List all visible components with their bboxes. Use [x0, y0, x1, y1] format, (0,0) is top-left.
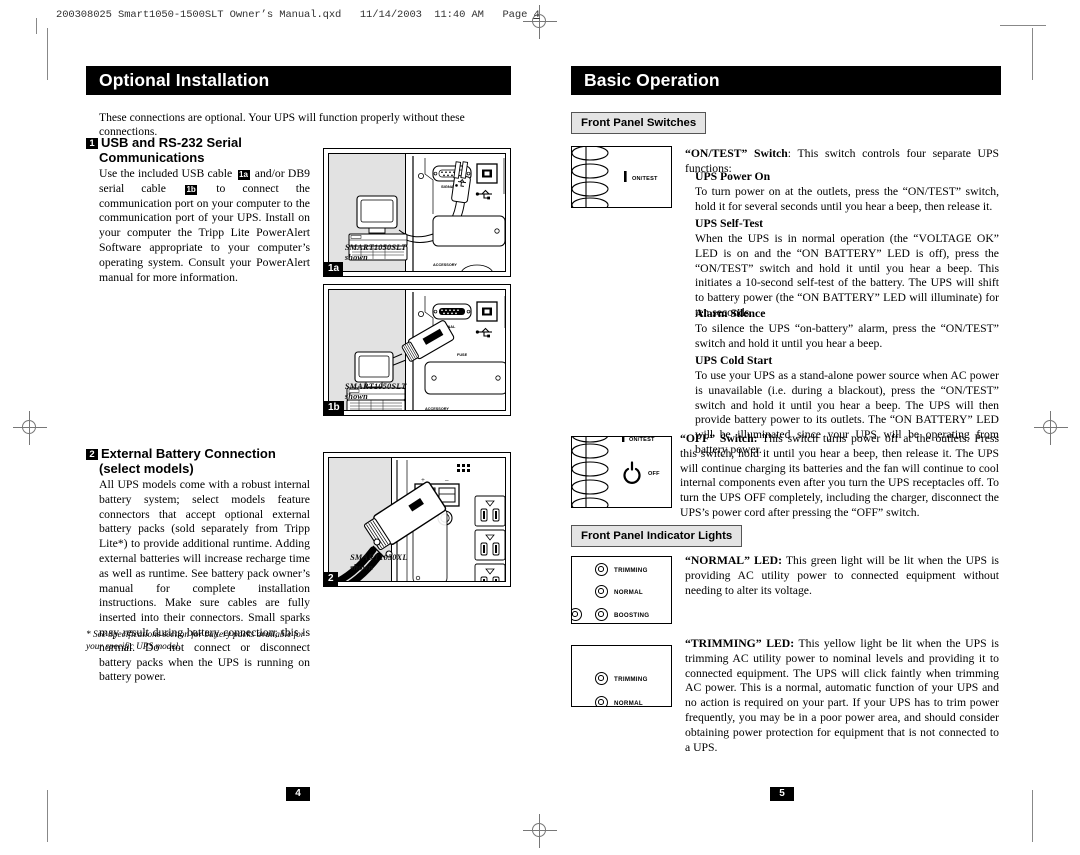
figure-2-inner: + – SMART1050XL shown: [328, 457, 506, 582]
section-1-title-line1: USB and RS-232 Serial: [101, 135, 242, 150]
section-2-body: All UPS models come with a robust intern…: [99, 478, 310, 684]
figure-1b-caption: SMART1050SLT shown: [344, 382, 407, 401]
right-banner-title: Basic Operation: [584, 70, 720, 90]
svg-text:–: –: [444, 476, 449, 484]
ontest-item-1-heading: UPS Self-Test: [695, 217, 764, 230]
figure-1a-inner: SIGNAL ACCESSORY SMART1050SLT shown: [328, 153, 506, 272]
figure-2-tag: 2: [324, 572, 338, 586]
panel-normal-led: TRIMMING NORMAL BOOSTING: [571, 556, 672, 624]
section-2-title-line1: External Battery Connection: [101, 446, 276, 461]
left-page: Optional Installation These connections …: [0, 0, 540, 855]
section-1-body-pre: Use the included USB cable: [99, 167, 236, 180]
led-normal-label: NORMAL: [614, 589, 643, 596]
trimming-led-body: This yellow light be lit when the UPS is…: [685, 637, 999, 754]
led-boosting-ring: [595, 608, 608, 621]
right-page-number: 5: [770, 787, 794, 801]
section-1-body-post: to connect the communication port on you…: [99, 181, 310, 284]
off-switch-lead-bold: “OFF” Switch:: [680, 432, 758, 445]
panel-off-top-label: ON/TEST: [629, 437, 655, 443]
ontest-lead-bold: “ON/TEST” Switch: [685, 147, 788, 160]
ontest-item-2-body: To silence the UPS “on-battery” alarm, p…: [695, 322, 999, 350]
ontest-item-0-heading: UPS Power On: [695, 170, 771, 183]
figure-2-caption: SMART1050XL shown: [350, 553, 408, 572]
ontest-item-2-heading: Alarm Silence: [695, 307, 766, 320]
led-boosting-label: BOOSTING: [614, 612, 650, 619]
label-front-panel-switches: Front Panel Switches: [571, 112, 707, 134]
led-normal-ring: [595, 585, 608, 598]
figure-2: + – SMART1050XL shown 2: [323, 452, 511, 587]
ontest-item-0-body: To turn power on at the outlets, press t…: [695, 185, 999, 213]
figure-1a-tag: 1a: [324, 262, 344, 276]
led-normal-label-2: NORMAL: [614, 700, 643, 707]
left-page-number: 4: [286, 787, 310, 801]
led-trimming-ring-2: [595, 672, 608, 685]
section-1-number-badge: 1: [86, 138, 98, 149]
left-banner-title: Optional Installation: [99, 70, 270, 90]
ontest-item-3-heading: UPS Cold Start: [695, 354, 773, 367]
left-section-banner: Optional Installation: [86, 66, 511, 95]
figure-1b: SIGNAL: [323, 284, 511, 416]
normal-led-paragraph: “NORMAL” LED: This green light will be l…: [685, 554, 999, 598]
led-extra-ring: [572, 608, 582, 621]
right-page: Basic Operation Front Panel Switches ON/…: [540, 0, 1080, 855]
right-section-banner: Basic Operation: [571, 66, 1001, 95]
panel-ontest-switch: ON/TEST: [571, 146, 672, 208]
section-1-heading: 1 USB and RS-232 Serial Communications: [86, 135, 316, 165]
section-2-title-line2: (select models): [99, 461, 194, 476]
svg-text:ACCESSORY: ACCESSORY: [425, 407, 449, 411]
section-2-footnote: * See Specifications section for battery…: [86, 630, 305, 652]
panel-ontest-switch-label: ON/TEST: [632, 176, 658, 182]
svg-text:ACCESSORY: ACCESSORY: [433, 263, 457, 267]
led-trimming-label-2: TRIMMING: [614, 676, 648, 683]
label-front-panel-indicator-lights: Front Panel Indicator Lights: [571, 525, 743, 547]
figure-1b-inner: SIGNAL: [328, 289, 506, 411]
figure-1a-caption: SMART1050SLT shown: [344, 243, 407, 262]
panel-off-switch: ON/TEST OFF: [571, 436, 672, 508]
section-2-number-badge: 2: [86, 449, 98, 460]
normal-led-lead-bold: “NORMAL” LED:: [685, 554, 782, 567]
trimming-led-lead-bold: “TRIMMING” LED:: [685, 637, 795, 650]
off-switch-body: This switch turns power off at the outle…: [680, 432, 1000, 519]
led-trimming-ring: [595, 563, 608, 576]
figure-1b-tag: 1b: [324, 401, 344, 415]
section-1-title-line2: Communications: [99, 150, 205, 165]
svg-text:FUSE: FUSE: [457, 353, 468, 357]
ref-badge-1b: 1b: [184, 184, 198, 195]
section-2-heading: 2 External Battery Connection (select mod…: [86, 446, 326, 476]
led-trimming-label: TRIMMING: [614, 567, 648, 574]
led-normal-ring-2: [595, 696, 608, 706]
section-1-body: Use the included USB cable 1a and/or DB9…: [99, 167, 310, 285]
ref-badge-1a: 1a: [237, 170, 250, 180]
figure-1a: SIGNAL ACCESSORY SMART1050SLT shown 1a: [323, 148, 511, 277]
trimming-led-paragraph: “TRIMMING” LED: This yellow light be lit…: [685, 637, 999, 755]
panel-trimming-led: TRIMMING NORMAL: [571, 645, 672, 707]
panel-off-switch-label: OFF: [648, 471, 660, 477]
off-switch-paragraph: “OFF” Switch: This switch turns power of…: [680, 432, 999, 521]
